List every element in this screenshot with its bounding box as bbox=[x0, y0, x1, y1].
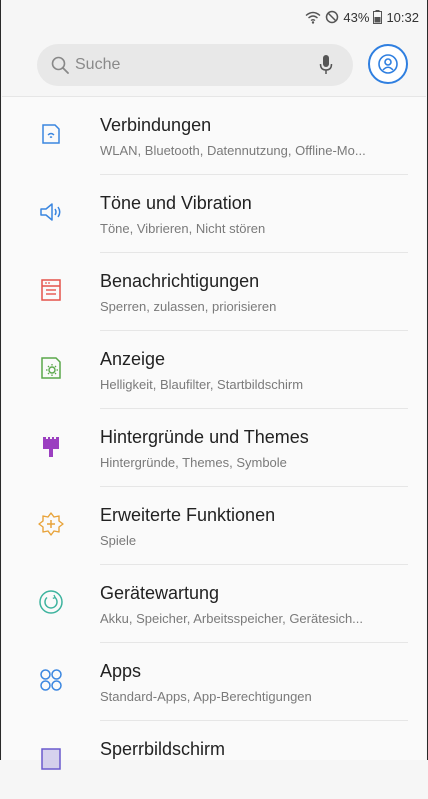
search-icon bbox=[51, 56, 69, 74]
settings-list: Verbindungen WLAN, Bluetooth, Datennutzu… bbox=[2, 96, 426, 770]
battery-percent: 43% bbox=[343, 9, 370, 25]
settings-item-notifications[interactable]: Benachrichtigungen Sperren, zulassen, pr… bbox=[2, 253, 426, 331]
settings-item-connections[interactable]: Verbindungen WLAN, Bluetooth, Datennutzu… bbox=[2, 97, 426, 175]
search-bar[interactable]: Suche bbox=[37, 44, 353, 86]
connections-icon bbox=[42, 124, 60, 144]
settings-item-title: Apps bbox=[100, 661, 142, 681]
settings-item-subtitle: Standard-Apps, App-Berechtigungen bbox=[100, 689, 312, 704]
settings-item-subtitle: Hintergründe, Themes, Symbole bbox=[100, 455, 287, 470]
do-not-disturb-icon bbox=[326, 10, 339, 24]
lockscreen-icon bbox=[41, 748, 61, 770]
settings-item-subtitle: Töne, Vibrieren, Nicht stören bbox=[100, 221, 266, 236]
settings-item-subtitle: WLAN, Bluetooth, Datennutzung, Offline-M… bbox=[100, 143, 366, 158]
settings-item-sounds[interactable]: Töne und Vibration Töne, Vibrieren, Nich… bbox=[2, 175, 426, 253]
profile-button[interactable] bbox=[368, 44, 408, 84]
settings-item-subtitle: Akku, Speicher, Arbeitsspeicher, Gerätes… bbox=[100, 611, 364, 626]
battery-icon bbox=[373, 10, 383, 24]
settings-item-subtitle: Sperren, zulassen, priorisieren bbox=[100, 299, 277, 314]
search-input[interactable]: Suche bbox=[75, 56, 319, 74]
display-icon bbox=[41, 357, 61, 379]
settings-item-lockscreen[interactable]: Sperrbildschirm bbox=[2, 721, 426, 799]
advanced-features-icon bbox=[38, 512, 64, 536]
settings-item-apps[interactable]: Apps Standard-Apps, App-Berechtigungen bbox=[2, 643, 426, 721]
sound-icon bbox=[40, 203, 61, 221]
settings-item-title: Anzeige bbox=[100, 349, 166, 369]
settings-item-display[interactable]: Anzeige Helligkeit, Blaufilter, Startbil… bbox=[2, 331, 426, 409]
wifi-icon bbox=[305, 11, 321, 24]
settings-item-title: Benachrichtigungen bbox=[100, 271, 260, 291]
settings-item-advanced-features[interactable]: Erweiterte Funktionen Spiele bbox=[2, 487, 426, 565]
settings-item-title: Verbindungen bbox=[100, 115, 212, 135]
settings-item-subtitle: Spiele bbox=[100, 533, 137, 548]
settings-item-subtitle: Helligkeit, Blaufilter, Startbildschirm bbox=[100, 377, 304, 392]
account-icon bbox=[378, 54, 398, 74]
settings-item-title: Erweiterte Funktionen bbox=[100, 505, 276, 525]
themes-icon bbox=[43, 435, 59, 457]
settings-item-title: Hintergründe und Themes bbox=[100, 427, 309, 447]
settings-item-title: Sperrbildschirm bbox=[100, 739, 226, 759]
apps-icon bbox=[40, 669, 62, 691]
settings-item-themes[interactable]: Hintergründe und Themes Hintergründe, Th… bbox=[2, 409, 426, 487]
settings-item-device-maintenance[interactable]: Gerätewartung Akku, Speicher, Arbeitsspe… bbox=[2, 565, 426, 643]
status-bar: 43% 10:32 bbox=[1, 0, 427, 34]
settings-item-title: Gerätewartung bbox=[100, 583, 220, 603]
settings-item-title: Töne und Vibration bbox=[100, 193, 252, 213]
notifications-icon bbox=[41, 279, 61, 301]
microphone-icon[interactable] bbox=[319, 54, 333, 76]
clock: 10:32 bbox=[386, 9, 419, 25]
device-maintenance-icon bbox=[39, 590, 63, 614]
